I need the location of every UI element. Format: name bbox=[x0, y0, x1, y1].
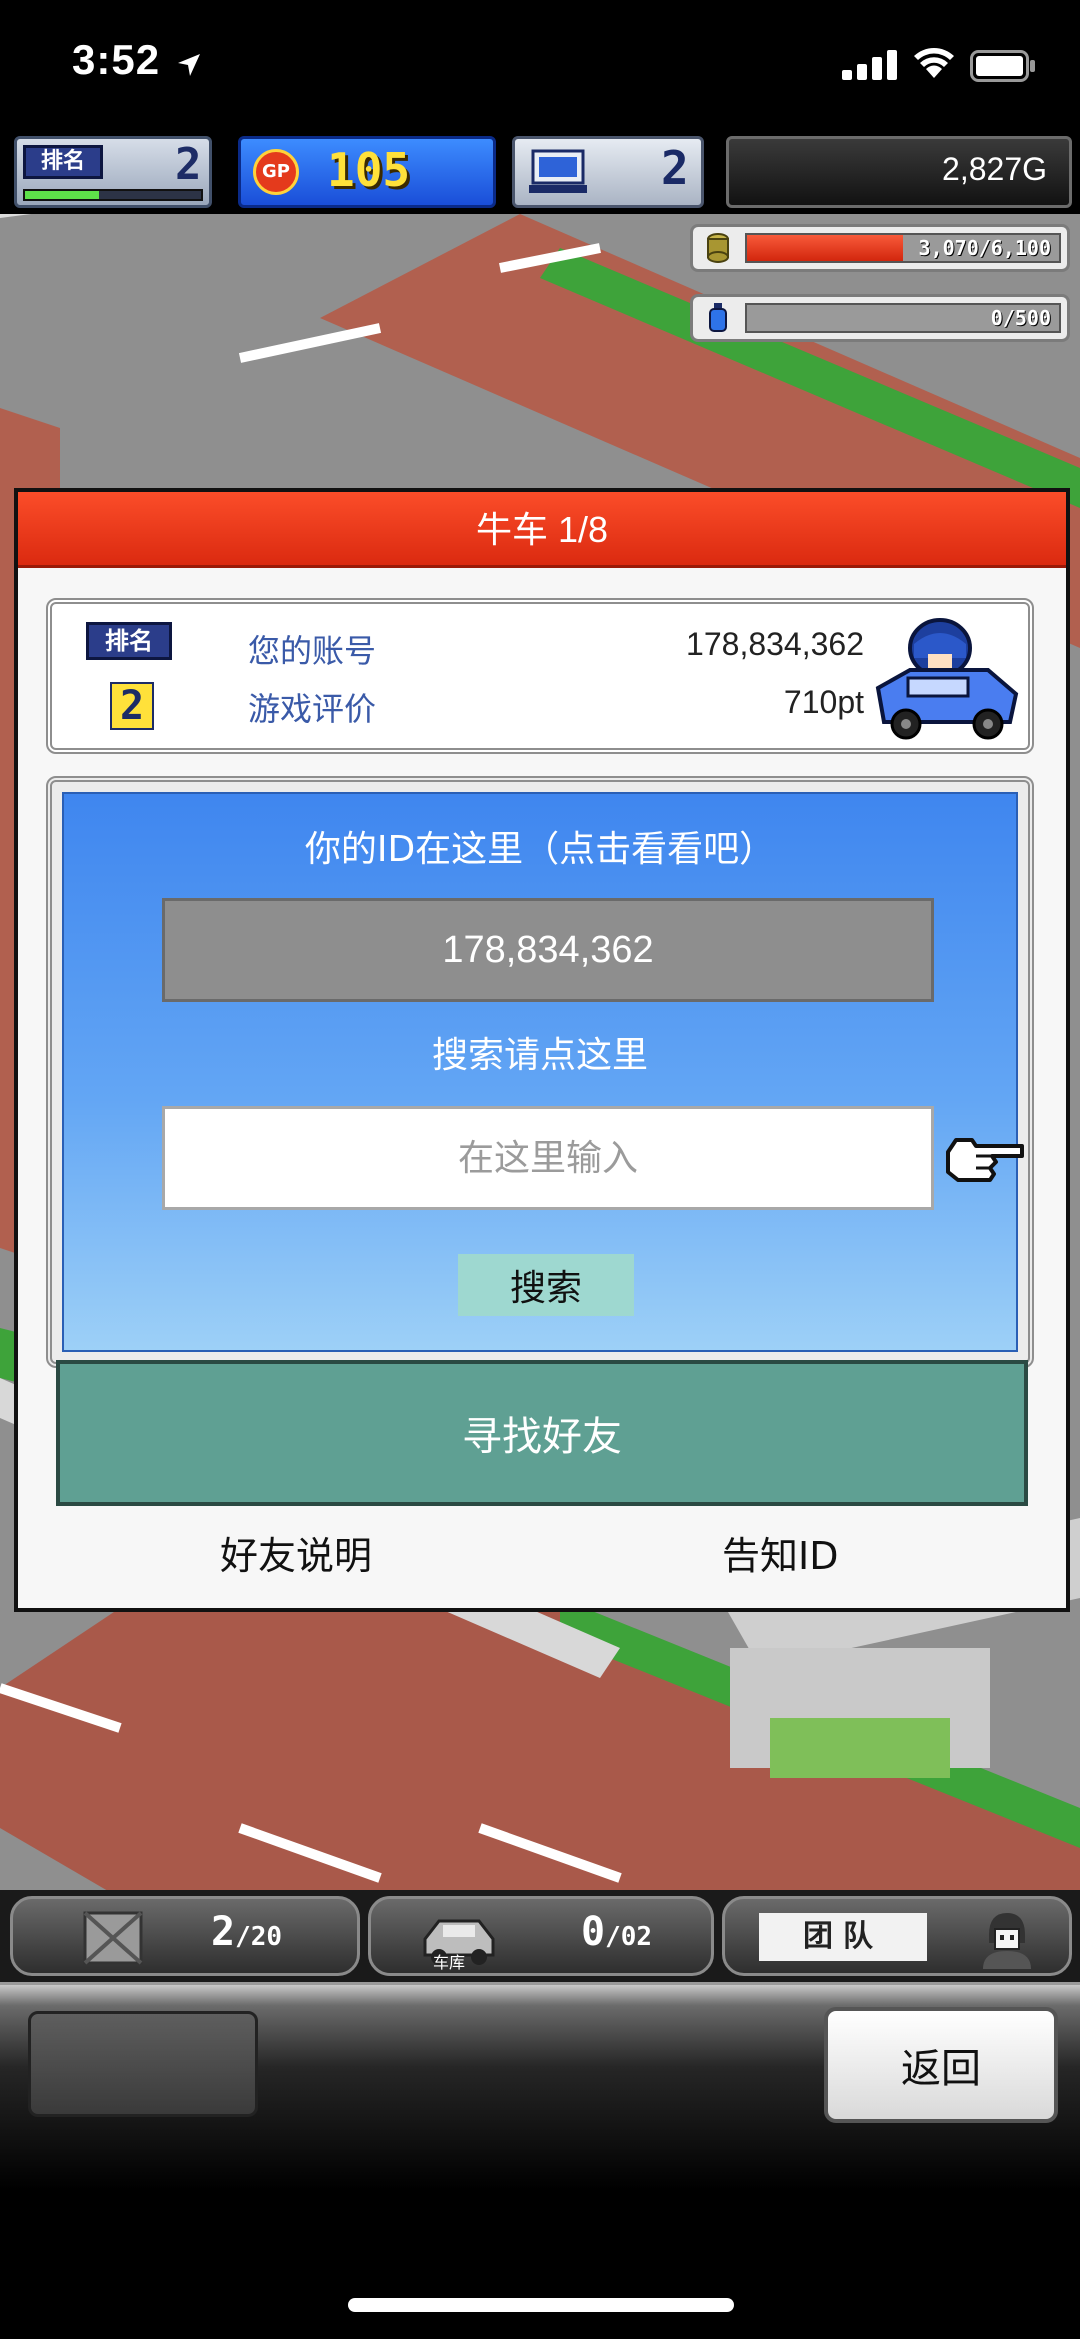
money-indicator: 2,827G bbox=[726, 136, 1072, 208]
coin-resource-fill bbox=[747, 235, 903, 261]
rank-progress-bar bbox=[23, 189, 203, 201]
rank-badge: 排名 bbox=[86, 622, 172, 660]
gp-indicator[interactable]: GP 105 bbox=[238, 136, 496, 208]
search-button[interactable]: 搜索 bbox=[458, 1254, 634, 1316]
dialog-title: 牛车 1/8 bbox=[18, 492, 1066, 568]
account-info-card: 排名 2 您的账号 178,834,362 游戏评价 710pt bbox=[46, 598, 1034, 754]
rank-indicator[interactable]: 排名 2 bbox=[14, 136, 212, 208]
account-value: 178,834,362 bbox=[686, 626, 864, 662]
battery-icon bbox=[970, 50, 1035, 82]
friend-help-link[interactable]: 好友说明 bbox=[220, 1520, 372, 1592]
coin-stack-icon bbox=[707, 233, 729, 263]
crate-count: 2/20 bbox=[211, 1909, 282, 1955]
garage-counter[interactable]: 车库 0/02 bbox=[368, 1896, 714, 1976]
search-id-input[interactable] bbox=[162, 1106, 934, 1210]
crate-counter[interactable]: 2/20 bbox=[10, 1896, 360, 1976]
location-arrow-icon bbox=[178, 54, 200, 76]
money-value: 2,827G bbox=[942, 151, 1047, 187]
id-search-panel: 你的ID在这里（点击看看吧） 178,834,362 搜索请点这里 搜索 bbox=[46, 776, 1034, 1368]
id-caption: 你的ID在这里（点击看看吧） bbox=[304, 829, 776, 870]
search-caption: 搜索请点这里 bbox=[431, 1035, 648, 1076]
garage-count-value: 0 bbox=[581, 1909, 606, 1955]
garage-label: 车库 bbox=[433, 1953, 466, 1972]
car-driver-icon bbox=[875, 618, 1019, 740]
friend-dialog: 牛车 1/8 排名 2 您的账号 178,834,362 游戏评价 710pt … bbox=[14, 488, 1070, 1612]
status-bar: 3:52 bbox=[0, 0, 1080, 128]
garage-count: 0/02 bbox=[581, 1909, 652, 1955]
empty-command-slot[interactable] bbox=[28, 2011, 258, 2117]
coin-resource-track: 3,070/6,100 bbox=[745, 233, 1061, 263]
garage-max: /02 bbox=[605, 1922, 653, 1952]
home-indicator[interactable] bbox=[348, 2298, 734, 2312]
rank-progress-fill bbox=[25, 191, 99, 199]
top-hud: 排名 2 GP 105 2 2,827G bbox=[0, 128, 1080, 214]
computer-indicator[interactable]: 2 bbox=[512, 136, 704, 208]
crate-icon bbox=[83, 1911, 143, 1965]
id-search-panel-inner: 你的ID在这里（点击看看吧） 178,834,362 搜索请点这里 搜索 bbox=[62, 792, 1024, 1352]
command-bar: 返回 bbox=[0, 1982, 1080, 2190]
person-avatar-icon bbox=[983, 1913, 1031, 1969]
coin-resource-bar[interactable]: 3,070/6,100 bbox=[690, 224, 1070, 272]
find-friend-button[interactable]: 寻找好友 bbox=[56, 1360, 1028, 1506]
coin-resource-text: 3,070/6,100 bbox=[918, 236, 1051, 260]
bottle-resource-text: 0/500 bbox=[990, 306, 1051, 330]
crate-count-value: 2 bbox=[211, 1909, 236, 1955]
rating-value: 710pt bbox=[783, 684, 864, 720]
bottle-resource-track: 0/500 bbox=[745, 303, 1061, 333]
gp-value: 105 bbox=[327, 143, 411, 197]
computer-value: 2 bbox=[661, 141, 689, 195]
gp-coin-icon: GP bbox=[253, 149, 299, 195]
computer-icon bbox=[529, 149, 587, 193]
rank-value: 2 bbox=[110, 682, 155, 730]
back-button[interactable]: 返回 bbox=[824, 2007, 1058, 2123]
team-label: 团队 bbox=[759, 1913, 927, 1961]
status-time: 3:52 bbox=[72, 36, 161, 83]
bottle-resource-bar[interactable]: 0/500 bbox=[690, 294, 1070, 342]
notify-id-link[interactable]: 告知ID bbox=[722, 1520, 838, 1592]
rank-badge: 排名 bbox=[23, 145, 103, 179]
crate-max: /20 bbox=[235, 1922, 283, 1952]
rating-label: 游戏评价 bbox=[248, 690, 377, 728]
cellular-signal-icon bbox=[842, 50, 897, 80]
my-id-display[interactable]: 178,834,362 bbox=[162, 898, 934, 1002]
account-label: 您的账号 bbox=[248, 632, 377, 670]
rank-value: 2 bbox=[175, 139, 202, 190]
team-button[interactable]: 团队 bbox=[722, 1896, 1072, 1976]
wifi-icon bbox=[914, 48, 954, 78]
bottom-status-bar: 2/20 车库 0/02 团队 bbox=[0, 1890, 1080, 1982]
pointing-hand-icon bbox=[946, 1138, 1024, 1182]
blue-bottle-icon bbox=[709, 303, 727, 332]
